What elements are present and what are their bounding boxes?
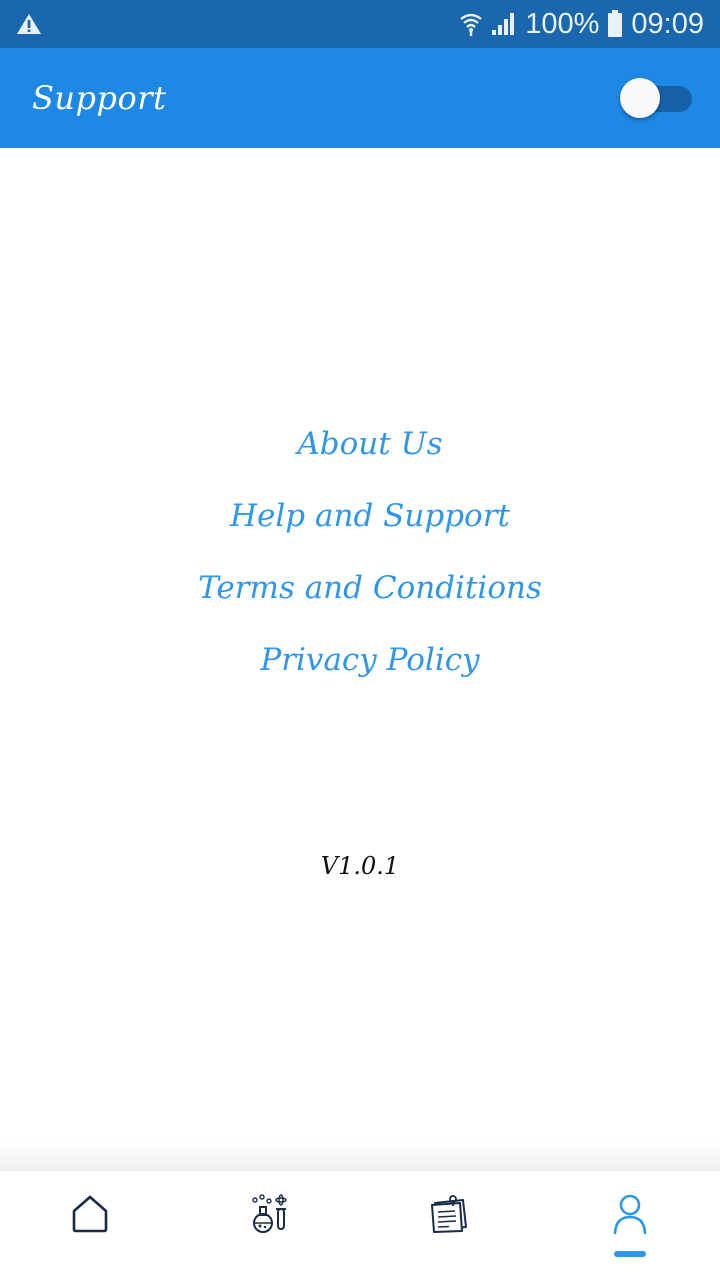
app-version: V1.0.1 [320, 852, 400, 880]
lab-icon [249, 1193, 291, 1280]
notes-icon [429, 1193, 471, 1280]
wifi-icon [459, 11, 483, 37]
signal-icon [491, 11, 517, 37]
nav-notes[interactable] [360, 1171, 540, 1280]
home-icon [70, 1193, 110, 1280]
bottom-navigation [0, 1170, 720, 1280]
active-tab-indicator [614, 1251, 646, 1257]
warning-icon [16, 12, 42, 36]
terms-and-conditions-link[interactable]: Terms and Conditions [198, 552, 542, 624]
app-bar: Support [0, 48, 720, 148]
clock: 09:09 [631, 7, 704, 40]
toggle-thumb [620, 78, 660, 118]
battery-percent: 100% [525, 7, 600, 40]
nav-profile[interactable] [540, 1171, 720, 1280]
nav-home[interactable] [0, 1171, 180, 1280]
about-us-link[interactable]: About Us [297, 408, 442, 480]
support-menu: About Us Help and Support Terms and Cond… [0, 408, 720, 696]
profile-icon [610, 1193, 650, 1280]
privacy-policy-link[interactable]: Privacy Policy [260, 624, 479, 696]
theme-toggle[interactable] [620, 76, 694, 120]
page-title: Support [32, 79, 167, 117]
battery-icon [607, 10, 623, 38]
status-bar: 100% 09:09 [0, 0, 720, 48]
nav-lab[interactable] [180, 1171, 360, 1280]
nav-shadow [0, 1140, 720, 1170]
help-and-support-link[interactable]: Help and Support [230, 480, 510, 552]
